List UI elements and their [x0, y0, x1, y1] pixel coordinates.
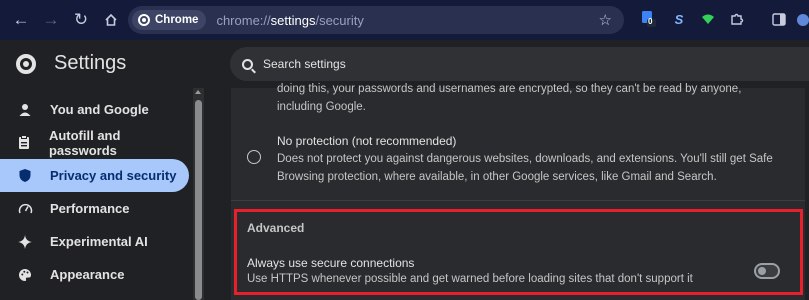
highlight-annotation-box	[234, 209, 803, 295]
sidebar-item-label: Experimental AI	[50, 234, 148, 249]
bookmark-star-icon[interactable]: ☆	[599, 11, 612, 29]
sidebar-item-label: Autofill and passwords	[48, 127, 121, 158]
extension-docs-icon[interactable]: 0	[640, 10, 658, 28]
clipboard-icon	[0, 135, 49, 150]
forward-arrow-icon[interactable]: →	[36, 5, 66, 35]
encryption-description-line: including Google.	[277, 101, 366, 113]
no-protection-description-line: Browsing protection, where available, in…	[277, 171, 717, 183]
chrome-window: ← → ↻ Chrome chrome://settings/security …	[0, 0, 809, 300]
shield-glyph	[19, 169, 31, 182]
page-title: Settings	[54, 52, 127, 74]
sidebar-scrollbar[interactable]	[193, 88, 204, 300]
extensions-puzzle-icon[interactable]	[728, 10, 746, 28]
side-panel-glyph	[772, 12, 786, 26]
sparkle-glyph	[18, 234, 32, 249]
url-text[interactable]: chrome://settings/security	[216, 13, 363, 28]
sidebar-item-label: Privacy and security	[50, 168, 177, 183]
sidebar-item-label: Performance	[50, 201, 130, 216]
search-input[interactable]: Search settings	[230, 47, 809, 81]
puzzle-glyph	[731, 13, 744, 25]
sidebar-item-appearance[interactable]: Appearance	[0, 258, 189, 291]
sparkle-icon	[0, 234, 50, 249]
no-protection-option[interactable]: No protection (not recommended) Does not…	[277, 133, 787, 186]
address-bar[interactable]: Chrome chrome://settings/security ☆	[128, 6, 624, 34]
url-path: /security	[315, 12, 364, 28]
url-prefix: chrome://	[216, 12, 271, 28]
encryption-description: doing this, your passwords and usernames…	[277, 80, 777, 116]
profile-avatar[interactable]	[797, 14, 809, 26]
speedometer-icon	[0, 202, 50, 215]
search-icon	[242, 58, 253, 70]
home-glyph	[105, 13, 117, 26]
site-chip-label: Chrome	[155, 14, 199, 26]
reload-icon[interactable]: ↻	[66, 5, 96, 35]
chrome-logo-icon	[138, 14, 150, 26]
extension-wifi-icon[interactable]	[699, 10, 717, 28]
scroll-thumb[interactable]	[195, 100, 202, 300]
no-protection-description-line: Does not protect you against dangerous w…	[277, 153, 773, 165]
url-host: settings	[270, 12, 316, 28]
sidebar-item-experimental-ai[interactable]: Experimental AI	[0, 225, 189, 258]
sidebar-item-privacy-and-security[interactable]: Privacy and security	[0, 159, 189, 192]
section-divider	[231, 200, 805, 201]
back-arrow-icon[interactable]: ←	[6, 5, 36, 35]
sidebar-item-label: You and Google	[50, 102, 149, 117]
no-protection-radio[interactable]	[247, 150, 261, 164]
extension-badge: 0	[648, 17, 653, 26]
sidebar-item-performance[interactable]: Performance	[0, 192, 189, 225]
side-panel-icon[interactable]	[770, 10, 788, 28]
browser-toolbar: ← → ↻ Chrome chrome://settings/security …	[0, 0, 809, 40]
speedometer-glyph	[18, 203, 32, 214]
site-chip[interactable]: Chrome	[132, 10, 207, 30]
palette-glyph	[19, 268, 31, 281]
settings-chrome-logo-icon	[16, 54, 36, 74]
encryption-description-line: doing this, your passwords and usernames…	[277, 83, 742, 95]
no-protection-title: No protection (not recommended)	[277, 134, 457, 148]
settings-sidebar: You and Google Autofill and passwords Pr…	[0, 88, 193, 300]
shield-icon	[0, 168, 50, 183]
wifi-glyph	[702, 14, 714, 24]
sidebar-item-autofill[interactable]: Autofill and passwords	[0, 126, 189, 159]
scroll-up-arrow-icon[interactable]	[195, 90, 201, 94]
extension-script-icon[interactable]: S	[670, 10, 688, 28]
sidebar-item-label: Appearance	[50, 267, 125, 282]
clipboard-glyph	[19, 135, 30, 149]
home-icon[interactable]	[96, 5, 126, 35]
palette-icon	[0, 268, 50, 282]
sidebar-item-you-and-google[interactable]: You and Google	[0, 93, 189, 126]
search-placeholder: Search settings	[263, 57, 346, 71]
person-glyph	[19, 103, 31, 116]
person-icon	[0, 103, 50, 117]
